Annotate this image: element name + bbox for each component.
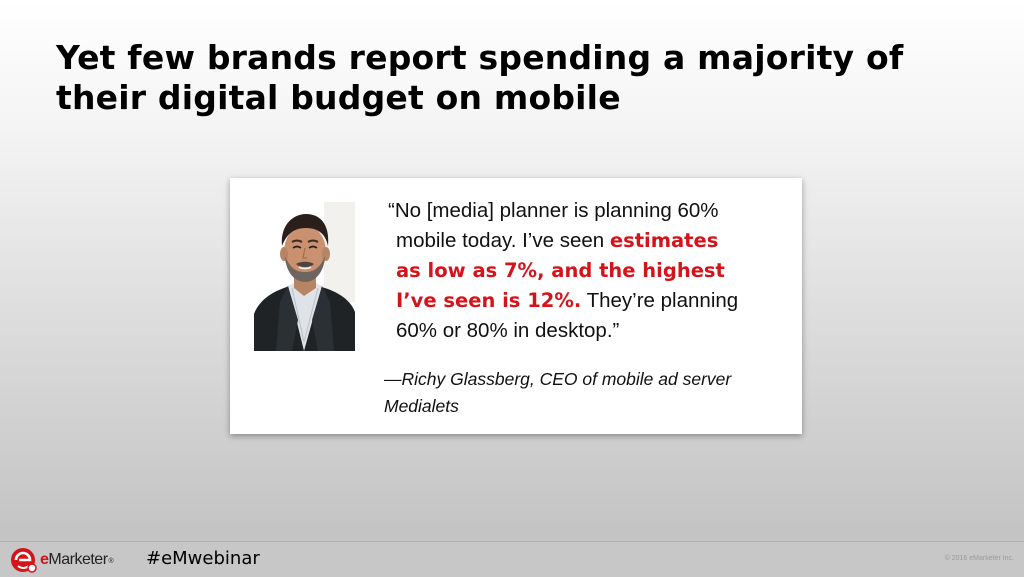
quote-line-1: “No [media] planner is planning 60% [388,199,719,222]
quote-line-5: 60% or 80% in desktop.” [396,319,620,342]
quote-highlight-range: as low as 7%, and the highest [396,259,725,282]
attribution-line-1: —Richy Glassberg, CEO of mobile ad serve… [384,369,732,389]
logo-marketer: Marketer [48,551,108,568]
quote-highlight-estimates: estimates [609,229,719,252]
quote-line-2-text: mobile today. I’ve seen [396,229,610,252]
quote-highlight-max: I’ve seen is 12%. [396,289,582,312]
quote-line-4: I’ve seen is 12%. They’re planning [388,286,788,316]
quote-line-3: as low as 7%, and the highest [388,256,788,286]
slide-title-line-2: their digital budget on mobile [56,78,621,117]
quote-attribution: —Richy Glassberg, CEO of mobile ad serve… [384,366,794,420]
quote-text: “No [media] planner is planning 60% mobi… [388,196,788,346]
logo-registered-mark: ® [108,558,114,565]
logo-wordmark: eMarketer® [40,551,114,569]
attribution-line-2: Medialets [384,396,459,416]
slide-title: Yet few brands report spending a majorit… [56,38,976,118]
copyright-notice: © 2016 eMarketer Inc. [944,555,1014,562]
quote-line-2: mobile today. I’ve seen estimates [388,226,788,256]
speaker-portrait [254,202,355,351]
footer-bar: eMarketer® #eMwebinar © 2016 eMarketer I… [0,541,1024,577]
slide-title-line-1: Yet few brands report spending a majorit… [56,38,904,77]
portrait-image [254,202,355,351]
emarketer-logo-icon [11,548,37,573]
quote-line-4-text: They’re planning [581,289,739,312]
emarketer-logo: eMarketer® [10,546,130,574]
quote-card: “No [media] planner is planning 60% mobi… [230,178,802,434]
webinar-hashtag: #eMwebinar [146,548,260,569]
